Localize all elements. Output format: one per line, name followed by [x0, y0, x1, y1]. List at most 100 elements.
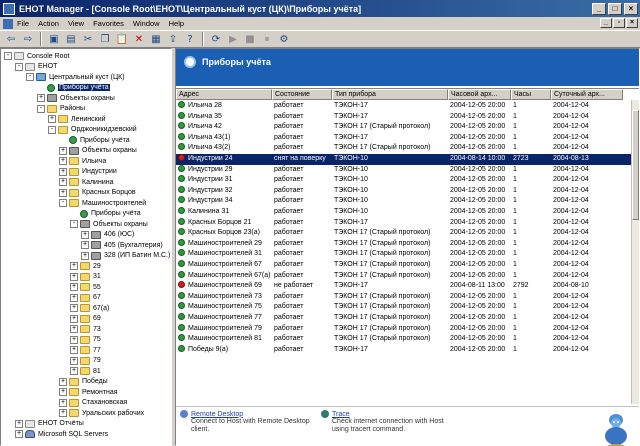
- tree-node[interactable]: +405 (Бухгалтерия): [81, 240, 163, 250]
- tree-node-label[interactable]: Console Root: [27, 53, 69, 60]
- show-tree-icon[interactable]: ▤: [63, 32, 79, 47]
- tree-node[interactable]: +67: [70, 293, 101, 303]
- back-icon[interactable]: ⇦: [3, 32, 19, 47]
- tree-node[interactable]: - Машиностроителей: [59, 198, 146, 208]
- collapse-icon[interactable]: -: [70, 220, 78, 228]
- tree-node[interactable]: Приборы учёта: [37, 83, 110, 93]
- tree-node[interactable]: + ЕНОТ Отчёты: [15, 419, 84, 429]
- tree-node[interactable]: - Орджоникидзевский: [48, 125, 137, 135]
- expand-icon[interactable]: +: [70, 325, 78, 333]
- stop-icon[interactable]: ■: [242, 32, 258, 47]
- tree-node[interactable]: +406 (ЮС): [81, 230, 134, 240]
- expand-icon[interactable]: +: [70, 356, 78, 365]
- expand-icon[interactable]: +: [59, 409, 67, 417]
- tree-node[interactable]: + Калинина: [59, 177, 114, 187]
- tree-node[interactable]: Приборы учёта: [70, 209, 141, 219]
- table-row[interactable]: Ильича 42 работает ТЭКОН 17 (Старый проток…: [176, 122, 631, 133]
- table-row[interactable]: Индустрии 32 работает ТЭКОН-10 2004-12-05 2…: [176, 185, 631, 197]
- expand-icon[interactable]: +: [70, 367, 78, 375]
- tree-node[interactable]: +77: [70, 345, 101, 355]
- collapse-icon[interactable]: -: [37, 104, 45, 113]
- tree-node-label[interactable]: 75: [93, 336, 101, 343]
- tree-node-label[interactable]: Уральских рабочих: [82, 410, 144, 417]
- task-link[interactable]: Remote Desktop: [191, 411, 243, 418]
- tree-node[interactable]: + Ремонтная: [59, 387, 118, 397]
- tree-node-label[interactable]: Красных Борцов: [82, 189, 136, 196]
- table-row[interactable]: Машиностроителей 31 работает ТЭКОН 17 (Ста…: [176, 249, 631, 260]
- help-icon[interactable]: ?: [182, 32, 198, 47]
- table-scrollbar[interactable]: [631, 100, 639, 404]
- tree-node[interactable]: +55: [70, 282, 101, 292]
- tree-node-label[interactable]: Приборы учёта: [58, 84, 110, 91]
- collapse-icon[interactable]: -: [26, 73, 34, 81]
- table-row[interactable]: Машиностроителей 79 работает ТЭКОН 17 (Ста…: [176, 323, 631, 335]
- task-trace[interactable]: Trace Check internet connection with Hos…: [321, 410, 461, 434]
- tree-node-label[interactable]: 81: [93, 368, 101, 375]
- tree-node[interactable]: + Уральских рабочих: [59, 408, 144, 418]
- tree-node-label[interactable]: Объекты охраны: [93, 221, 148, 228]
- expand-icon[interactable]: +: [59, 377, 67, 386]
- expand-icon[interactable]: +: [59, 388, 67, 396]
- tree-node-label[interactable]: ЕНОТ Отчёты: [38, 420, 84, 427]
- table-row[interactable]: Индустрии 24 снят на поверку ТЭКОН-10 2004-…: [176, 154, 631, 165]
- tree-node[interactable]: +69: [70, 314, 101, 324]
- collapse-icon[interactable]: -: [4, 52, 12, 60]
- up-folder-icon[interactable]: ▣: [46, 32, 62, 47]
- tree-node[interactable]: + Красных Борцов: [59, 188, 136, 198]
- tree-node-label[interactable]: Районы: [60, 105, 85, 112]
- tree-node-label[interactable]: Орджоникидзевский: [71, 126, 137, 133]
- expand-icon[interactable]: +: [37, 94, 45, 102]
- table-row[interactable]: Красных Борцов 23(а) работает ТЭКОН 17 (Ст…: [176, 228, 631, 239]
- tree-node-label[interactable]: 405 (Бухгалтерия): [104, 242, 163, 249]
- tree-node[interactable]: - ЕНОТ: [15, 62, 57, 72]
- run-icon[interactable]: ▶: [225, 32, 241, 47]
- tree-node-label[interactable]: Объекты охраны: [60, 95, 115, 102]
- table-row[interactable]: Машиностроителей 77 работает ТЭКОН 17 (Ста…: [176, 313, 631, 324]
- tree-node-label[interactable]: Объекты охраны: [82, 147, 137, 154]
- menu-window[interactable]: Window: [133, 19, 160, 28]
- export-icon[interactable]: ⇪: [165, 32, 181, 47]
- maximize-button[interactable]: □: [608, 2, 622, 15]
- expand-icon[interactable]: +: [70, 346, 78, 354]
- tree-node[interactable]: - Центральный куст (ЦК): [26, 72, 125, 82]
- tree-node-label[interactable]: 77: [93, 347, 101, 354]
- column-header[interactable]: Часы: [511, 89, 551, 100]
- tree-node-label[interactable]: 67(а): [93, 305, 109, 312]
- expand-icon[interactable]: +: [59, 178, 67, 186]
- table-row[interactable]: Ильича 43(2) работает ТЭКОН 17 (Старый про…: [176, 143, 631, 154]
- table-row[interactable]: Индустрии 31 работает ТЭКОН-10 2004-12-05 2…: [176, 175, 631, 186]
- tree-node-label[interactable]: 69: [93, 315, 101, 322]
- tree-node-label[interactable]: Microsoft SQL Servers: [38, 431, 108, 438]
- tree-node-label[interactable]: ЕНОТ: [38, 63, 57, 70]
- tree-node[interactable]: +67(а): [70, 303, 109, 313]
- tree-node-label[interactable]: Ремонтная: [82, 389, 118, 396]
- table-row[interactable]: Индустрии 29 работает ТЭКОН-10 2004-12-05 2…: [176, 164, 631, 176]
- expand-icon[interactable]: +: [59, 167, 67, 176]
- devices-table[interactable]: Адрес Состояние Тип прибора Часовой арх... Ч…: [176, 88, 639, 404]
- table-row[interactable]: Индустрии 34 работает ТЭКОН-10 2004-12-05 2…: [176, 196, 631, 207]
- table-row[interactable]: Ильича 28 работает ТЭКОН-17 2004-12-05 20:0…: [176, 101, 631, 112]
- table-row[interactable]: Калинина 31 работает ТЭКОН-10 2004-12-05 20…: [176, 207, 631, 218]
- menu-view[interactable]: View: [68, 19, 84, 28]
- tree-node-label[interactable]: 29: [93, 263, 101, 270]
- table-row[interactable]: Машиностроителей 73 работает ТЭКОН 17 (Ста…: [176, 291, 631, 303]
- tree-node-label[interactable]: Приборы учёта: [91, 210, 141, 217]
- mdi-close-button[interactable]: ×: [626, 18, 638, 28]
- tree-node-label[interactable]: 406 (ЮС): [104, 231, 134, 238]
- tree-node-label[interactable]: Ильича: [82, 158, 106, 165]
- tree-node-label[interactable]: Приборы учёта: [80, 137, 130, 144]
- expand-icon[interactable]: +: [15, 430, 23, 438]
- scrollbar-thumb[interactable]: [632, 110, 639, 220]
- tree-node-label[interactable]: 73: [93, 326, 101, 333]
- title-bar[interactable]: ЕНОТ Manager - [Console Root\ЕНОТ\Центра…: [0, 0, 640, 17]
- properties-icon[interactable]: ▦: [148, 32, 164, 47]
- table-row[interactable]: Красных Борцов 21 работает ТЭКОН-17 2004-12…: [176, 217, 631, 229]
- tree-node-label[interactable]: 79: [93, 357, 101, 364]
- tree-node[interactable]: - Console Root: [4, 51, 69, 61]
- expand-icon[interactable]: +: [59, 398, 67, 407]
- expand-icon[interactable]: +: [70, 283, 78, 291]
- cut-icon[interactable]: ✂: [80, 32, 96, 47]
- tree-node-label[interactable]: 67: [93, 294, 101, 301]
- delete-icon[interactable]: ✕: [131, 32, 147, 47]
- tree-node[interactable]: +73: [70, 324, 101, 334]
